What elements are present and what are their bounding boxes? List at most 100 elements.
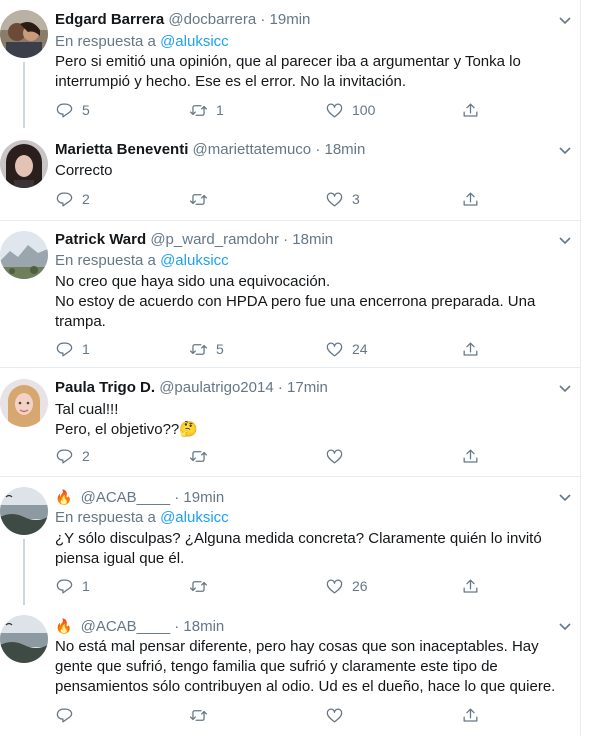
tweet-header: Edgard Barrera @docbarrera · 19min [55,10,561,30]
tweet-header: Patrick Ward @p_ward_ramdohr · 18min [55,230,561,250]
tweet-text-line: trampa. [55,313,106,330]
share-icon [463,579,478,593]
share-icon [463,103,478,117]
chevron-down-icon[interactable] [557,618,573,634]
tweet-text-line: Correcto [55,162,113,179]
tweet[interactable]: Patrick Ward @p_ward_ramdohr · 18min En … [0,221,581,367]
separator-dot: · [283,231,289,248]
like-button[interactable] [325,704,352,726]
separator-dot: · [174,618,180,635]
separator-dot: · [315,141,321,158]
timestamp[interactable]: 18min [325,141,366,158]
reply-prefix: En respuesta a [55,252,156,269]
avatar[interactable] [0,487,48,535]
avatar[interactable] [0,379,48,427]
share-button[interactable] [461,99,480,121]
share-button[interactable] [461,188,480,210]
author-name[interactable]: Edgard Barrera [55,11,164,28]
retweet-button[interactable] [189,704,216,726]
share-icon [463,708,478,722]
reply-context: En respuesta a @aluksicc [55,32,229,52]
reply-button[interactable]: 2 [55,445,90,467]
chevron-down-icon[interactable] [557,12,573,28]
fire-emoji-name[interactable]: 🔥 [55,618,72,634]
like-count: 100 [352,102,376,118]
author-handle[interactable]: @docbarrera [168,11,256,28]
retweet-button[interactable]: 1 [189,99,224,121]
retweet-button[interactable] [189,575,216,597]
author-name[interactable]: Marietta Beneventi [55,141,188,158]
tweet[interactable]: 🔥 @ACAB____ · 19min En respuesta a @aluk… [0,477,581,605]
share-button[interactable] [461,445,480,467]
author-handle[interactable]: @ACAB____ [81,618,170,635]
tweet[interactable]: 🔥 @ACAB____ · 18min No está mal pensar d… [0,605,581,736]
avatar[interactable] [0,231,48,279]
reply-icon [56,342,73,356]
tweet-text-line: pensamientos sólo contribuyen al odio. U… [55,678,556,695]
like-icon [326,342,343,356]
avatar[interactable] [0,140,48,188]
reply-to-link[interactable]: @aluksicc [160,252,229,269]
chevron-down-icon[interactable] [557,142,573,158]
avatar[interactable] [0,10,48,58]
like-button[interactable] [325,445,352,467]
timestamp[interactable]: 17min [287,379,328,396]
reply-count: 1 [82,341,90,357]
reply-button[interactable]: 5 [55,99,90,121]
tweet-actions [55,704,515,726]
timestamp[interactable]: 19min [270,11,311,28]
like-icon [326,708,343,722]
chevron-down-icon[interactable] [557,489,573,505]
tweet-text-line: piensa igual que él. [55,550,185,567]
reply-to-link[interactable]: @aluksicc [160,33,229,50]
reply-button[interactable]: 2 [55,188,90,210]
timestamp[interactable]: 19min [183,489,224,506]
tweet-text-line: Pero, el objetivo??🤔 [55,421,198,438]
retweet-icon [189,450,208,462]
retweet-button[interactable] [189,188,216,210]
chevron-down-icon[interactable] [557,380,573,396]
reply-prefix: En respuesta a [55,33,156,50]
author-handle[interactable]: @ACAB____ [81,489,170,506]
retweet-icon [189,104,208,116]
tweet-text-line: No está mal pensar diferente, pero hay c… [55,638,539,655]
retweet-count: 1 [216,102,224,118]
author-name[interactable]: Patrick Ward [55,231,146,248]
retweet-button[interactable]: 5 [189,338,224,360]
author-handle[interactable]: @p_ward_ramdohr [150,231,279,248]
share-button[interactable] [461,338,480,360]
reply-button[interactable]: 1 [55,575,90,597]
like-count: 3 [352,191,360,207]
avatar[interactable] [0,615,48,663]
tweet[interactable]: Marietta Beneventi @mariettatemuco · 18m… [0,128,581,220]
like-button[interactable]: 3 [325,188,360,210]
reply-to-link[interactable]: @aluksicc [160,509,229,526]
timestamp[interactable]: 18min [292,231,333,248]
timestamp[interactable]: 18min [183,618,224,635]
reply-icon [56,708,73,722]
tweet[interactable]: Edgard Barrera @docbarrera · 19min En re… [0,0,581,128]
reply-button[interactable] [55,704,82,726]
share-button[interactable] [461,704,480,726]
separator-dot: · [174,489,180,506]
tweet-actions: 1 5 24 [55,338,515,360]
retweet-button[interactable] [189,445,216,467]
author-handle[interactable]: @mariettatemuco [193,141,312,158]
share-button[interactable] [461,575,480,597]
author-name[interactable]: Paula Trigo D. [55,379,155,396]
reply-count: 2 [82,448,90,464]
tweet-header: Marietta Beneventi @mariettatemuco · 18m… [55,140,561,160]
chevron-down-icon[interactable] [557,232,573,248]
like-button[interactable]: 24 [325,338,368,360]
fire-emoji-name[interactable]: 🔥 [55,489,72,505]
reply-count: 5 [82,102,90,118]
reply-icon [56,192,73,206]
author-handle[interactable]: @paulatrigo2014 [159,379,273,396]
tweet[interactable]: Paula Trigo D. @paulatrigo2014 · 17min T… [0,368,581,476]
tweet-text: ¿Y sólo disculpas? ¿Alguna medida concre… [55,529,555,569]
reply-button[interactable]: 1 [55,338,90,360]
tweet-text-line: No creo que haya sido una equivocación. [55,273,331,290]
like-button[interactable]: 26 [325,575,368,597]
tweet-text-line: ¿Y sólo disculpas? ¿Alguna medida concre… [55,530,542,547]
like-button[interactable]: 100 [325,99,375,121]
